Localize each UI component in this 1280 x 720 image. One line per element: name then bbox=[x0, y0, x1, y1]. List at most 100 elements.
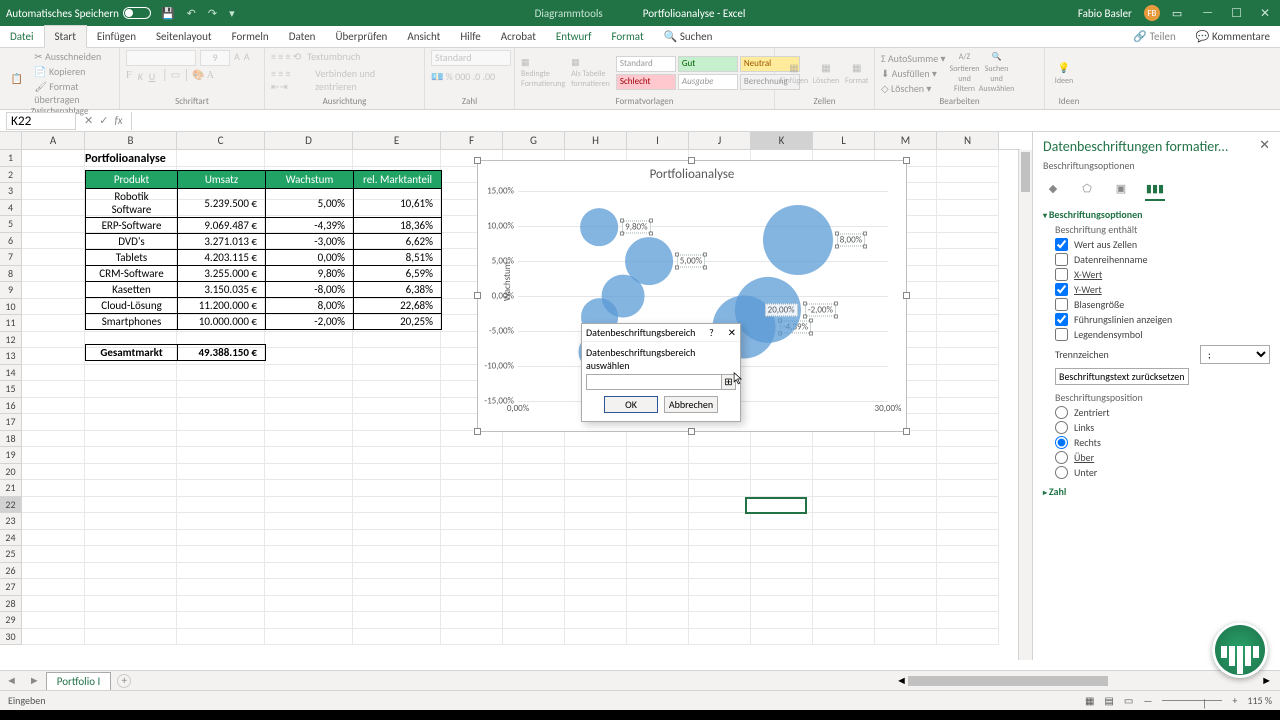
sheet-nav-prev[interactable]: ◄ bbox=[0, 674, 23, 687]
data-label[interactable]: 8,00% bbox=[837, 234, 865, 247]
cut-button[interactable]: ✂ Ausschneiden bbox=[34, 50, 113, 63]
fill-button[interactable]: ⬇ Ausfüllen ▾ bbox=[881, 67, 946, 80]
fx-icon[interactable]: fx bbox=[114, 114, 122, 127]
formula-input[interactable] bbox=[131, 112, 1280, 130]
bubble[interactable] bbox=[763, 205, 833, 275]
horizontal-scrollbar[interactable]: ◄► bbox=[894, 674, 1274, 688]
section-number[interactable]: Zahl bbox=[1043, 485, 1270, 498]
share-button[interactable]: 🔗 Teilen bbox=[1123, 26, 1185, 47]
bubble[interactable] bbox=[602, 275, 645, 318]
chk-value-from-cells[interactable]: Wert aus Zellen bbox=[1055, 238, 1270, 251]
cancel-fx-icon[interactable]: ✕ bbox=[84, 114, 93, 127]
tab-layout[interactable]: Seitenlayout bbox=[146, 26, 222, 47]
data-label[interactable]: 9,80% bbox=[622, 221, 650, 234]
chk-series-name[interactable]: Datenreihenname bbox=[1055, 253, 1270, 266]
rad-left[interactable]: Links bbox=[1055, 421, 1270, 434]
chart-title[interactable]: Portfolioanalyse bbox=[478, 167, 906, 182]
tab-start[interactable]: Start bbox=[44, 25, 87, 48]
tab-format[interactable]: Format bbox=[601, 26, 653, 47]
sheet-tab-bar: ◄ ► Portfolio I + ◄► bbox=[0, 670, 1280, 690]
view-break-icon[interactable]: ▭ bbox=[1124, 694, 1133, 707]
view-layout-icon[interactable]: ▤ bbox=[1104, 694, 1113, 707]
tab-formulas[interactable]: Formeln bbox=[222, 26, 279, 47]
size-options-icon[interactable]: ▣ bbox=[1111, 178, 1131, 198]
autosum-button[interactable]: Σ AutoSumme ▾ bbox=[881, 52, 946, 65]
rad-center[interactable]: Zentriert bbox=[1055, 406, 1270, 419]
chk-y-value[interactable]: Y-Wert bbox=[1055, 283, 1270, 296]
sort-filter-button[interactable]: A/ZSortieren und Filtern bbox=[952, 53, 978, 93]
tab-view[interactable]: Ansicht bbox=[397, 26, 450, 47]
vertical-scrollbar[interactable] bbox=[1018, 150, 1032, 660]
effects-options-icon[interactable]: ⬠ bbox=[1077, 178, 1097, 198]
style-bad[interactable]: Schlecht bbox=[616, 74, 676, 90]
separator-select[interactable]: ; bbox=[1200, 345, 1270, 364]
tab-data[interactable]: Daten bbox=[279, 26, 326, 47]
dialog-help-icon[interactable]: ? bbox=[709, 326, 714, 339]
tab-design[interactable]: Entwurf bbox=[546, 26, 602, 47]
delete-cells-button[interactable]: ▦Löschen bbox=[813, 53, 839, 93]
style-output[interactable]: Ausgabe bbox=[678, 74, 738, 90]
rad-right[interactable]: Rechts bbox=[1055, 436, 1270, 449]
insert-cells-button[interactable]: ▦Einfügen bbox=[781, 53, 807, 93]
autosave-toggle[interactable]: Automatisches Speichern bbox=[6, 7, 151, 20]
format-painter-button[interactable]: 🖌 Format übertragen bbox=[34, 80, 113, 106]
name-box[interactable] bbox=[6, 112, 76, 130]
view-normal-icon[interactable]: ▦ bbox=[1085, 694, 1094, 707]
close-icon[interactable]: ✕ bbox=[1260, 6, 1270, 21]
table-format-button[interactable]: ▦ bbox=[571, 57, 610, 68]
cancel-button[interactable]: Abbrechen bbox=[664, 396, 718, 413]
chk-leader-lines[interactable]: Führungslinien anzeigen bbox=[1055, 313, 1270, 326]
style-standard[interactable]: Standard bbox=[616, 56, 676, 72]
avatar[interactable]: FB bbox=[1144, 5, 1160, 21]
chk-x-value[interactable]: X-Wert bbox=[1055, 268, 1270, 281]
cond-format-button[interactable]: ▦ bbox=[521, 57, 565, 68]
clear-button[interactable]: ◇ Löschen ▾ bbox=[881, 82, 946, 95]
style-good[interactable]: Gut bbox=[678, 56, 738, 72]
sheet-tab[interactable]: Portfolio I bbox=[46, 672, 112, 690]
select-all-corner[interactable] bbox=[0, 132, 22, 149]
watermark-logo bbox=[1212, 622, 1268, 678]
zoom-in-icon[interactable]: + bbox=[1232, 694, 1237, 707]
sheet-nav-next[interactable]: ► bbox=[23, 674, 46, 687]
label-options-icon[interactable]: ▮▮▮ bbox=[1145, 178, 1165, 198]
title-bar: Automatisches Speichern 💾↶↷▾ Diagrammtoo… bbox=[0, 0, 1280, 26]
minimize-icon[interactable]: — bbox=[1202, 6, 1213, 21]
ok-button[interactable]: OK bbox=[604, 396, 658, 413]
enter-fx-icon[interactable]: ✓ bbox=[99, 114, 108, 127]
active-cell[interactable] bbox=[745, 497, 807, 514]
search-box[interactable]: 🔍 Suchen bbox=[654, 26, 723, 47]
range-input[interactable] bbox=[587, 375, 721, 389]
paste-button[interactable]: 📋 bbox=[6, 58, 28, 98]
tab-help[interactable]: Hilfe bbox=[450, 26, 490, 47]
quick-access-toolbar[interactable]: 💾↶↷▾ bbox=[161, 7, 235, 20]
tab-acrobat[interactable]: Acrobat bbox=[491, 26, 546, 47]
pane-close-icon[interactable]: ✕ bbox=[1259, 138, 1270, 153]
comments-button[interactable]: 💬 Kommentare bbox=[1186, 26, 1280, 47]
zoom-level[interactable]: 115 % bbox=[1247, 694, 1272, 707]
fill-options-icon[interactable]: ◆ bbox=[1043, 178, 1063, 198]
data-label[interactable]: 5,00% bbox=[677, 255, 705, 268]
tab-file[interactable]: Datei bbox=[0, 26, 44, 47]
chk-bubble-size[interactable]: Blasengröße bbox=[1055, 298, 1270, 311]
ideas-button[interactable]: 💡Ideen bbox=[1051, 53, 1077, 93]
reset-label-button[interactable]: Beschriftungstext zurücksetzen bbox=[1055, 368, 1189, 385]
ribbon-mode-icon[interactable]: ▭ bbox=[1172, 7, 1182, 20]
bubble[interactable] bbox=[580, 209, 618, 247]
format-cells-button[interactable]: ▦Format bbox=[845, 53, 868, 93]
dialog-close-icon[interactable]: ✕ bbox=[728, 326, 736, 339]
worksheet-grid[interactable]: A B C D E F G H I J K L M N 123456789101… bbox=[0, 132, 1020, 660]
data-label[interactable]: -2,00% bbox=[805, 304, 836, 317]
ribbon: 📋 ✂ Ausschneiden 📄 Kopieren 🖌 Format übe… bbox=[0, 48, 1280, 110]
tab-review[interactable]: Überprüfen bbox=[325, 26, 397, 47]
copy-button[interactable]: 📄 Kopieren bbox=[34, 65, 113, 78]
rad-below[interactable]: Unter bbox=[1055, 466, 1270, 479]
zoom-out-icon[interactable]: — bbox=[1143, 694, 1152, 707]
chk-legend-key[interactable]: Legendensymbol bbox=[1055, 328, 1270, 341]
find-button[interactable]: 🔍Suchen und Auswählen bbox=[984, 53, 1010, 93]
maximize-icon[interactable]: ☐ bbox=[1231, 6, 1242, 21]
rad-above[interactable]: Über bbox=[1055, 451, 1270, 464]
add-sheet-button[interactable]: + bbox=[117, 674, 131, 688]
section-label-options[interactable]: Beschriftungsoptionen bbox=[1043, 208, 1270, 221]
tab-insert[interactable]: Einfügen bbox=[87, 26, 146, 47]
user-name[interactable]: Fabio Basler bbox=[1078, 7, 1132, 20]
